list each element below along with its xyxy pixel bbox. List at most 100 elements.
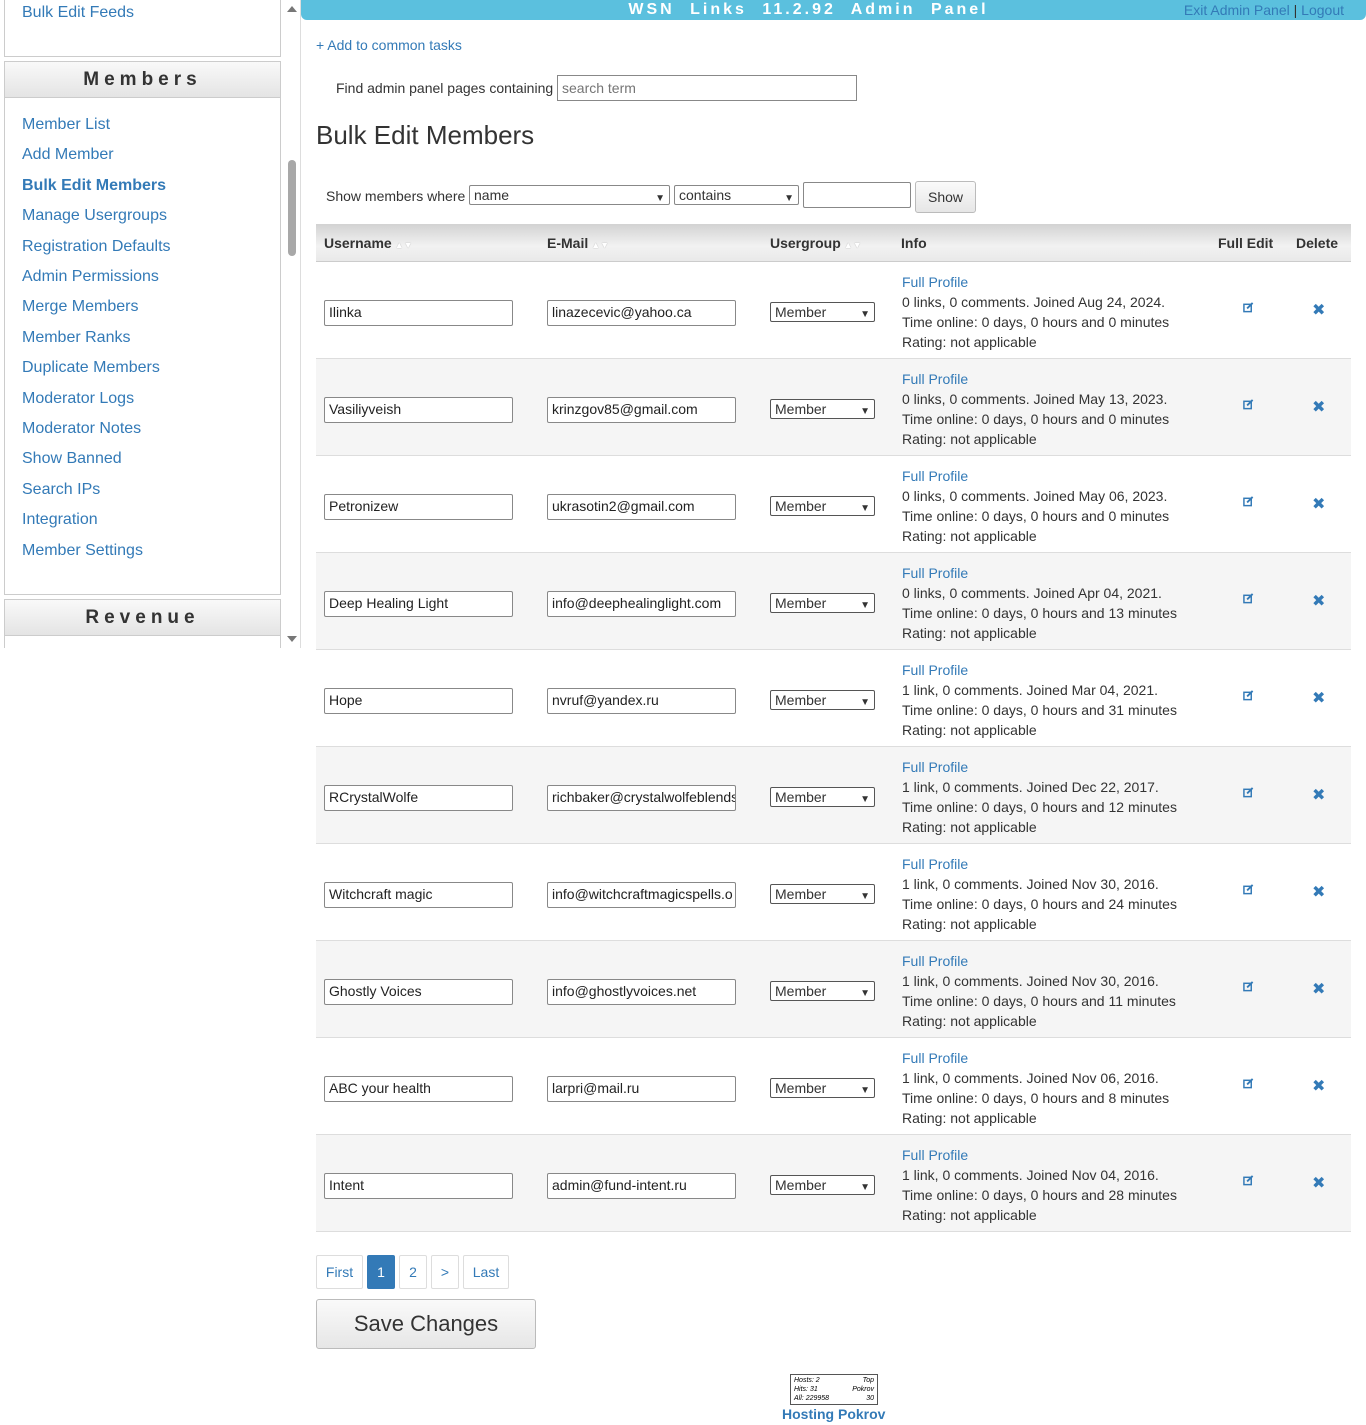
edit-icon[interactable]	[1243, 593, 1254, 604]
full-profile-link[interactable]: Full Profile	[902, 953, 968, 969]
add-to-common-tasks-link[interactable]: + Add to common tasks	[316, 37, 462, 53]
sidebar-item-member-list[interactable]: Member List	[22, 116, 110, 134]
edit-icon[interactable]	[1243, 787, 1254, 798]
sidebar-item-admin-permissions[interactable]: Admin Permissions	[22, 268, 159, 286]
sidebar-heading-revenue[interactable]: Revenue	[5, 600, 280, 636]
column-header-usergroup[interactable]: Usergroup ▲▼	[770, 235, 862, 251]
sidebar-item-registration-defaults[interactable]: Registration Defaults	[22, 238, 171, 256]
delete-icon[interactable]: ✖	[1312, 785, 1325, 805]
username-input[interactable]: Intent	[324, 1173, 513, 1199]
username-input[interactable]: RCrystalWolfe	[324, 785, 513, 811]
sidebar-item-manage-usergroups[interactable]: Manage Usergroups	[22, 207, 167, 225]
column-header-email[interactable]: E-Mail ▲▼	[547, 235, 609, 251]
email-input[interactable]: admin@fund-intent.ru	[547, 1173, 736, 1199]
pagination-page-1[interactable]: 1	[367, 1255, 395, 1289]
edit-icon[interactable]	[1243, 690, 1254, 701]
username-input[interactable]: Witchcraft magic	[324, 882, 513, 908]
delete-icon[interactable]: ✖	[1312, 1076, 1325, 1096]
full-profile-link[interactable]: Full Profile	[902, 1147, 968, 1163]
full-profile-link[interactable]: Full Profile	[902, 371, 968, 387]
username-input[interactable]: Hope	[324, 688, 513, 714]
sort-arrows-icon[interactable]: ▲▼	[591, 240, 609, 250]
usergroup-select[interactable]: Member ▼	[770, 1078, 875, 1098]
username-input[interactable]: Ilinka	[324, 300, 513, 326]
sort-arrows-icon[interactable]: ▲▼	[844, 240, 862, 250]
visitor-counter-badge[interactable]: Hosts: 2 Top Hits: 31 Pokrov All: 229958 30	[790, 1374, 878, 1405]
scroll-thumb[interactable]	[288, 160, 296, 256]
filter-field-select[interactable]: name ▼	[469, 185, 670, 205]
sidebar-item-duplicate-members[interactable]: Duplicate Members	[22, 359, 160, 377]
delete-icon[interactable]: ✖	[1312, 688, 1325, 708]
logout-link[interactable]: Logout	[1301, 2, 1344, 18]
username-input[interactable]: ABC your health	[324, 1076, 513, 1102]
sidebar-scrollbar[interactable]	[284, 0, 300, 648]
full-profile-link[interactable]: Full Profile	[902, 662, 968, 678]
sidebar-item-member-settings[interactable]: Member Settings	[22, 542, 143, 560]
filter-value-input[interactable]	[803, 182, 911, 208]
sidebar-item-member-ranks[interactable]: Member Ranks	[22, 329, 130, 347]
edit-icon[interactable]	[1243, 302, 1254, 313]
full-profile-link[interactable]: Full Profile	[902, 856, 968, 872]
sidebar-item-moderator-notes[interactable]: Moderator Notes	[22, 420, 141, 438]
pagination-first[interactable]: First	[316, 1255, 363, 1289]
usergroup-select[interactable]: Member ▼	[770, 690, 875, 710]
edit-icon[interactable]	[1243, 981, 1254, 992]
usergroup-select[interactable]: Member ▼	[770, 1175, 875, 1195]
full-profile-link[interactable]: Full Profile	[902, 759, 968, 775]
usergroup-select[interactable]: Member ▼	[770, 981, 875, 1001]
scroll-up-arrow-icon[interactable]	[287, 6, 297, 12]
pagination-next[interactable]: >	[431, 1255, 459, 1289]
sidebar-item-search-ips[interactable]: Search IPs	[22, 481, 100, 499]
exit-admin-panel-link[interactable]: Exit Admin Panel	[1184, 2, 1290, 18]
show-button[interactable]: Show	[915, 181, 976, 213]
sidebar-item-moderator-logs[interactable]: Moderator Logs	[22, 390, 134, 408]
delete-icon[interactable]: ✖	[1312, 494, 1325, 514]
usergroup-select[interactable]: Member ▼	[770, 884, 875, 904]
sidebar-item-show-banned[interactable]: Show Banned	[22, 450, 122, 468]
username-input[interactable]: Petronizew	[324, 494, 513, 520]
full-profile-link[interactable]: Full Profile	[902, 1050, 968, 1066]
edit-icon[interactable]	[1243, 884, 1254, 895]
usergroup-select[interactable]: Member ▼	[770, 787, 875, 807]
sidebar-item-merge-members[interactable]: Merge Members	[22, 298, 138, 316]
sidebar-item-bulk-edit-feeds[interactable]: Bulk Edit Feeds	[22, 4, 134, 22]
email-input[interactable]: linazecevic@yahoo.ca	[547, 300, 736, 326]
edit-icon[interactable]	[1243, 399, 1254, 410]
email-input[interactable]: ukrasotin2@gmail.com	[547, 494, 736, 520]
pagination-page-2[interactable]: 2	[399, 1255, 427, 1289]
sort-arrows-icon[interactable]: ▲▼	[395, 240, 413, 250]
save-changes-button[interactable]: Save Changes	[316, 1299, 536, 1349]
scroll-down-arrow-icon[interactable]	[287, 636, 297, 642]
full-profile-link[interactable]: Full Profile	[902, 468, 968, 484]
hosting-pokrov-link[interactable]: Hosting Pokrov	[782, 1406, 885, 1422]
username-input[interactable]: Deep Healing Light	[324, 591, 513, 617]
username-input[interactable]: Vasiliyveish	[324, 397, 513, 423]
sidebar-item-integration[interactable]: Integration	[22, 511, 98, 529]
usergroup-select[interactable]: Member ▼	[770, 496, 875, 516]
email-input[interactable]: richbaker@crystalwolfeblends	[547, 785, 736, 811]
delete-icon[interactable]: ✖	[1312, 397, 1325, 417]
edit-icon[interactable]	[1243, 1078, 1254, 1089]
filter-operator-select[interactable]: contains ▼	[674, 185, 799, 205]
email-input[interactable]: larpri@mail.ru	[547, 1076, 736, 1102]
email-input[interactable]: krinzgov85@gmail.com	[547, 397, 736, 423]
email-input[interactable]: info@deephealinglight.com	[547, 591, 736, 617]
delete-icon[interactable]: ✖	[1312, 882, 1325, 902]
sidebar-item-bulk-edit-members[interactable]: Bulk Edit Members	[22, 177, 166, 195]
sidebar-item-add-member[interactable]: Add Member	[22, 146, 114, 164]
usergroup-select[interactable]: Member ▼	[770, 302, 875, 322]
delete-icon[interactable]: ✖	[1312, 1173, 1325, 1193]
email-input[interactable]: info@ghostlyvoices.net	[547, 979, 736, 1005]
full-profile-link[interactable]: Full Profile	[902, 274, 968, 290]
full-profile-link[interactable]: Full Profile	[902, 565, 968, 581]
edit-icon[interactable]	[1243, 1175, 1254, 1186]
delete-icon[interactable]: ✖	[1312, 591, 1325, 611]
delete-icon[interactable]: ✖	[1312, 300, 1325, 320]
usergroup-select[interactable]: Member ▼	[770, 593, 875, 613]
sidebar-heading-members[interactable]: Members	[5, 62, 280, 98]
delete-icon[interactable]: ✖	[1312, 979, 1325, 999]
column-header-username[interactable]: Username ▲▼	[324, 235, 413, 251]
pagination-last[interactable]: Last	[463, 1255, 509, 1289]
email-input[interactable]: nvruf@yandex.ru	[547, 688, 736, 714]
usergroup-select[interactable]: Member ▼	[770, 399, 875, 419]
